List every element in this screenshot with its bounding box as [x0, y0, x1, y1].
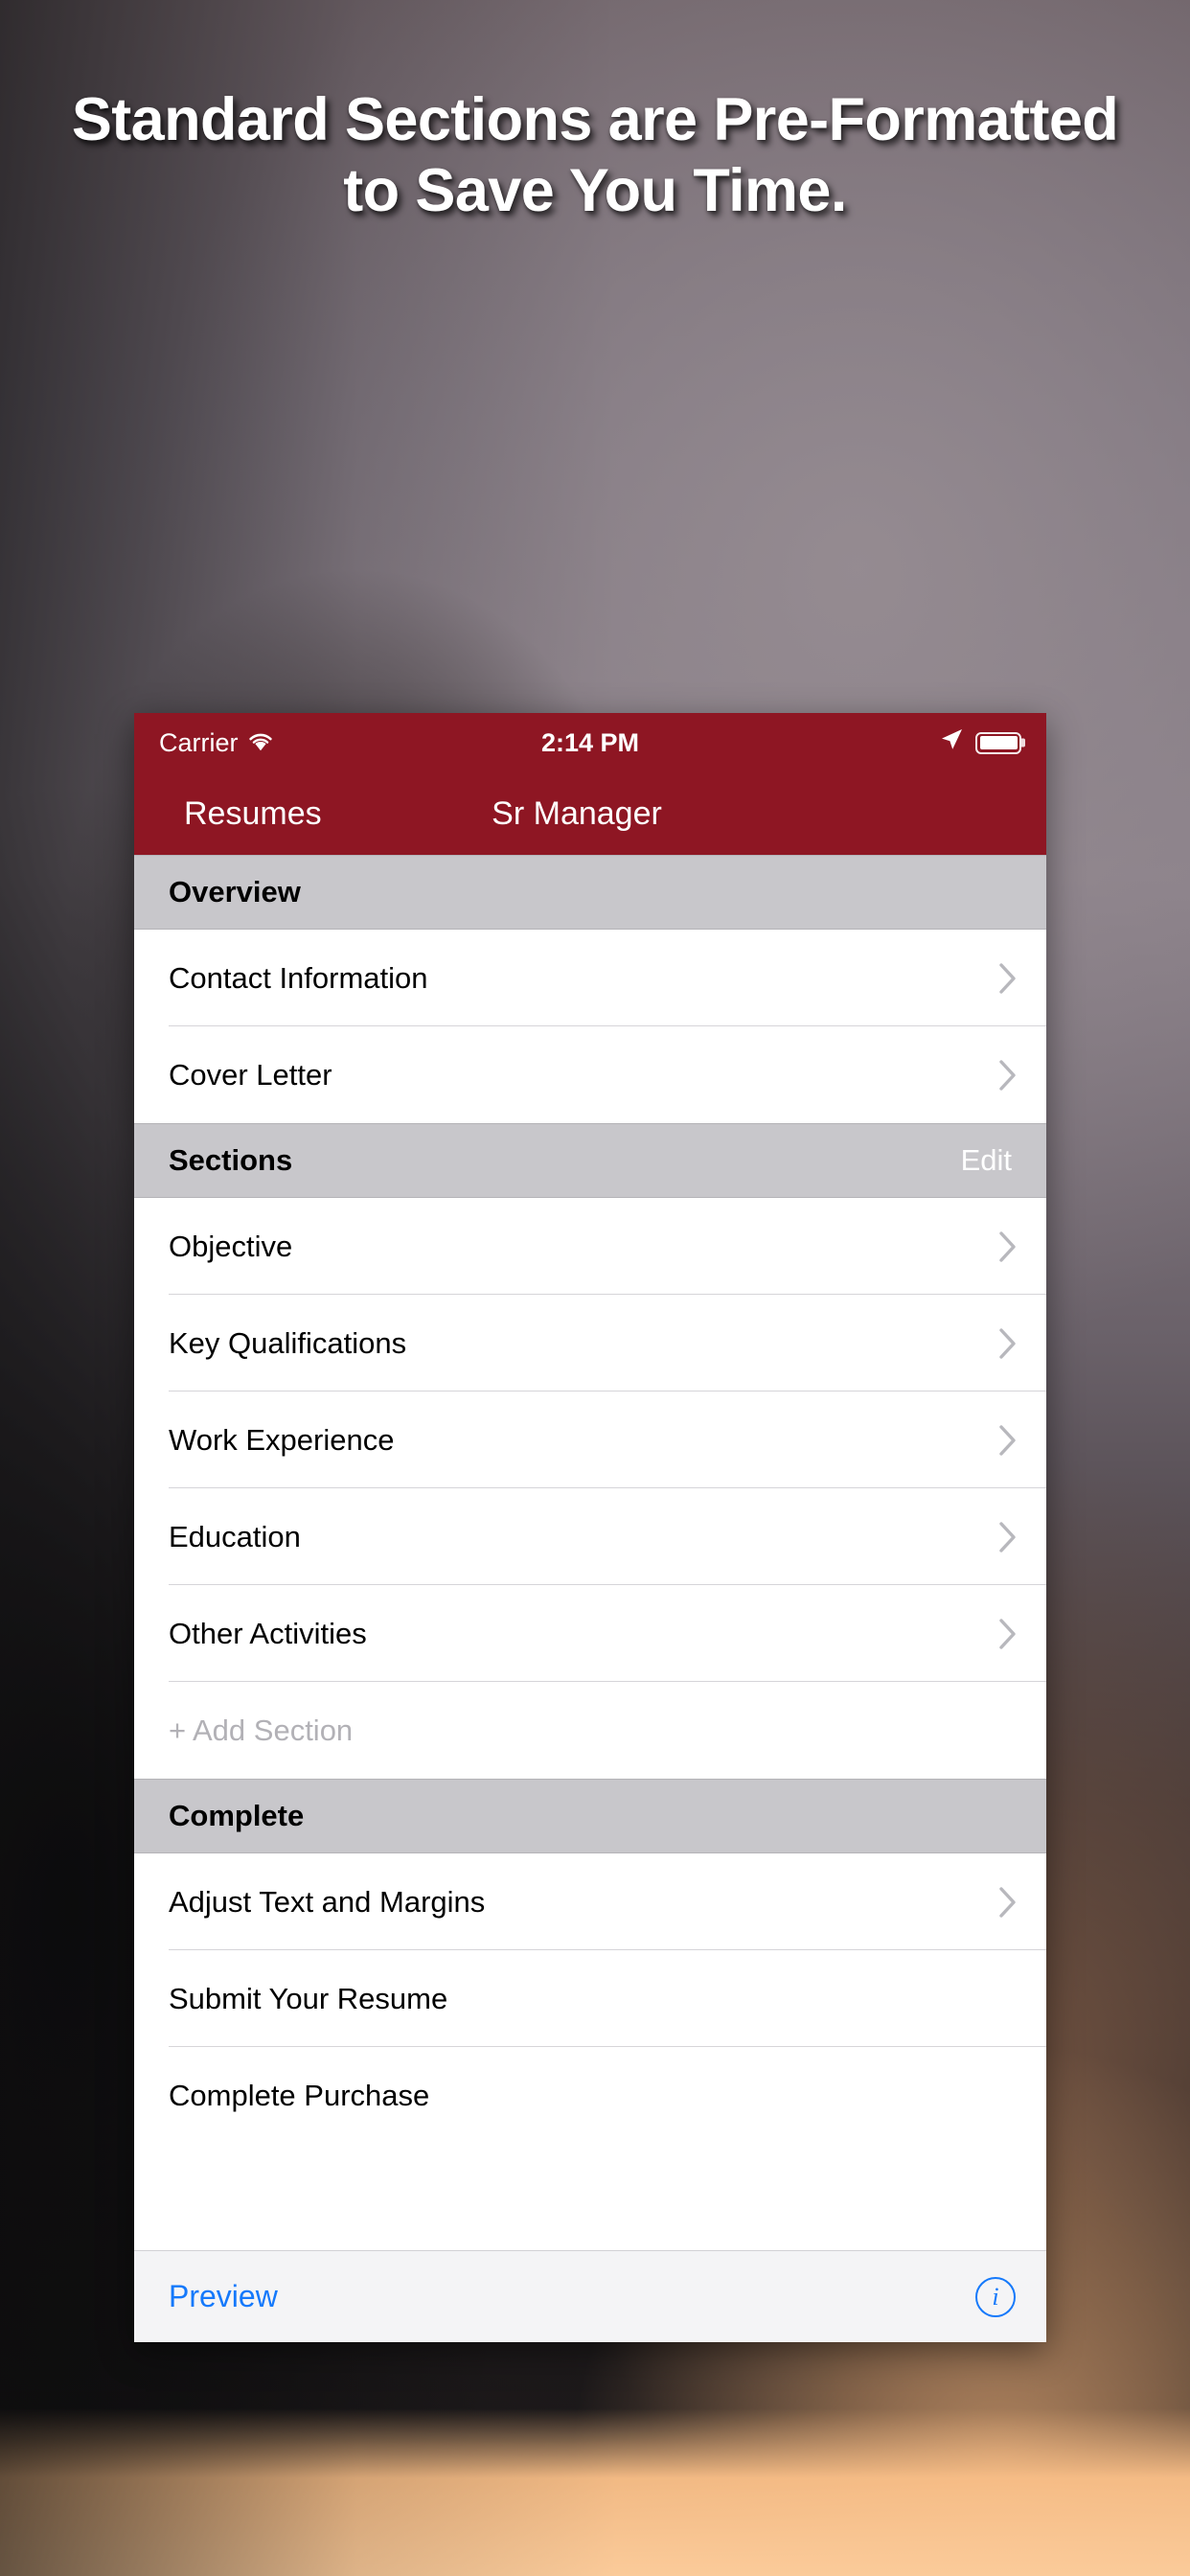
- list-item-label: Objective: [169, 1229, 293, 1263]
- section-header-label: Overview: [169, 875, 301, 908]
- section-header-overview: Overview: [134, 855, 1046, 930]
- back-button-resumes[interactable]: Resumes: [184, 795, 322, 833]
- list-item-label: Work Experience: [169, 1422, 395, 1457]
- list-item-education[interactable]: Education: [134, 1488, 1046, 1585]
- edit-button[interactable]: Edit: [961, 1143, 1012, 1178]
- list-item-cover-letter[interactable]: Cover Letter: [134, 1026, 1046, 1123]
- list-item-work-experience[interactable]: Work Experience: [134, 1392, 1046, 1488]
- chevron-right-icon: [998, 1059, 1018, 1092]
- list-item-key-qualifications[interactable]: Key Qualifications: [134, 1295, 1046, 1392]
- section-header-complete: Complete: [134, 1779, 1046, 1853]
- list-item-objective[interactable]: Objective: [134, 1198, 1046, 1295]
- battery-full-icon: [975, 731, 1021, 754]
- info-circle-icon[interactable]: i: [975, 2276, 1016, 2317]
- section-group-complete: Adjust Text and Margins Submit Your Resu…: [134, 1853, 1046, 2144]
- list-item-label: Adjust Text and Margins: [169, 1884, 486, 1919]
- preview-button[interactable]: Preview: [169, 2279, 278, 2314]
- navigation-bar: Resumes Sr Manager: [134, 772, 1046, 855]
- section-header-label: Sections: [169, 1143, 293, 1177]
- status-bar-left: Carrier: [159, 728, 274, 758]
- add-section-button[interactable]: + Add Section: [134, 1682, 1046, 1779]
- chevron-right-icon: [998, 1230, 1018, 1263]
- section-header-label: Complete: [169, 1799, 305, 1832]
- add-section-label: + Add Section: [169, 1713, 354, 1747]
- list-item-submit-your-resume[interactable]: Submit Your Resume: [134, 1950, 1046, 2047]
- chevron-right-icon: [998, 1618, 1018, 1650]
- wifi-icon: [247, 728, 274, 758]
- list-item-label: Key Qualifications: [169, 1325, 407, 1360]
- phone-screenshot: Carrier 2:14 PM Resumes Sr Manager Overv…: [134, 713, 1046, 2342]
- marketing-headline: Standard Sections are Pre-Formatted to S…: [71, 86, 1119, 225]
- list-item-label: Cover Letter: [169, 1057, 332, 1092]
- chevron-right-icon: [998, 1327, 1018, 1360]
- section-header-sections: Sections Edit: [134, 1123, 1046, 1198]
- list-item-complete-purchase[interactable]: Complete Purchase: [134, 2047, 1046, 2144]
- list-item-label: Submit Your Resume: [169, 1981, 448, 2015]
- list-item-other-activities[interactable]: Other Activities: [134, 1585, 1046, 1682]
- chevron-right-icon: [998, 1886, 1018, 1919]
- section-group-overview: Contact Information Cover Letter: [134, 930, 1046, 1123]
- status-bar: Carrier 2:14 PM: [134, 713, 1046, 772]
- list-item-label: Education: [169, 1519, 301, 1553]
- chevron-right-icon: [998, 1424, 1018, 1457]
- chevron-right-icon: [998, 1521, 1018, 1553]
- section-group-sections: Objective Key Qualifications Work Experi…: [134, 1198, 1046, 1779]
- list-item-label: Complete Purchase: [169, 2078, 430, 2112]
- carrier-label: Carrier: [159, 727, 239, 757]
- chevron-right-icon: [998, 962, 1018, 995]
- status-bar-right: [939, 727, 1021, 759]
- list-item-label: Other Activities: [169, 1616, 367, 1650]
- bottom-toolbar: Preview i: [134, 2250, 1046, 2342]
- location-arrow-icon: [939, 727, 964, 759]
- list-item-label: Contact Information: [169, 960, 428, 995]
- list-item-adjust-text-and-margins[interactable]: Adjust Text and Margins: [134, 1853, 1046, 1950]
- list-item-contact-information[interactable]: Contact Information: [134, 930, 1046, 1026]
